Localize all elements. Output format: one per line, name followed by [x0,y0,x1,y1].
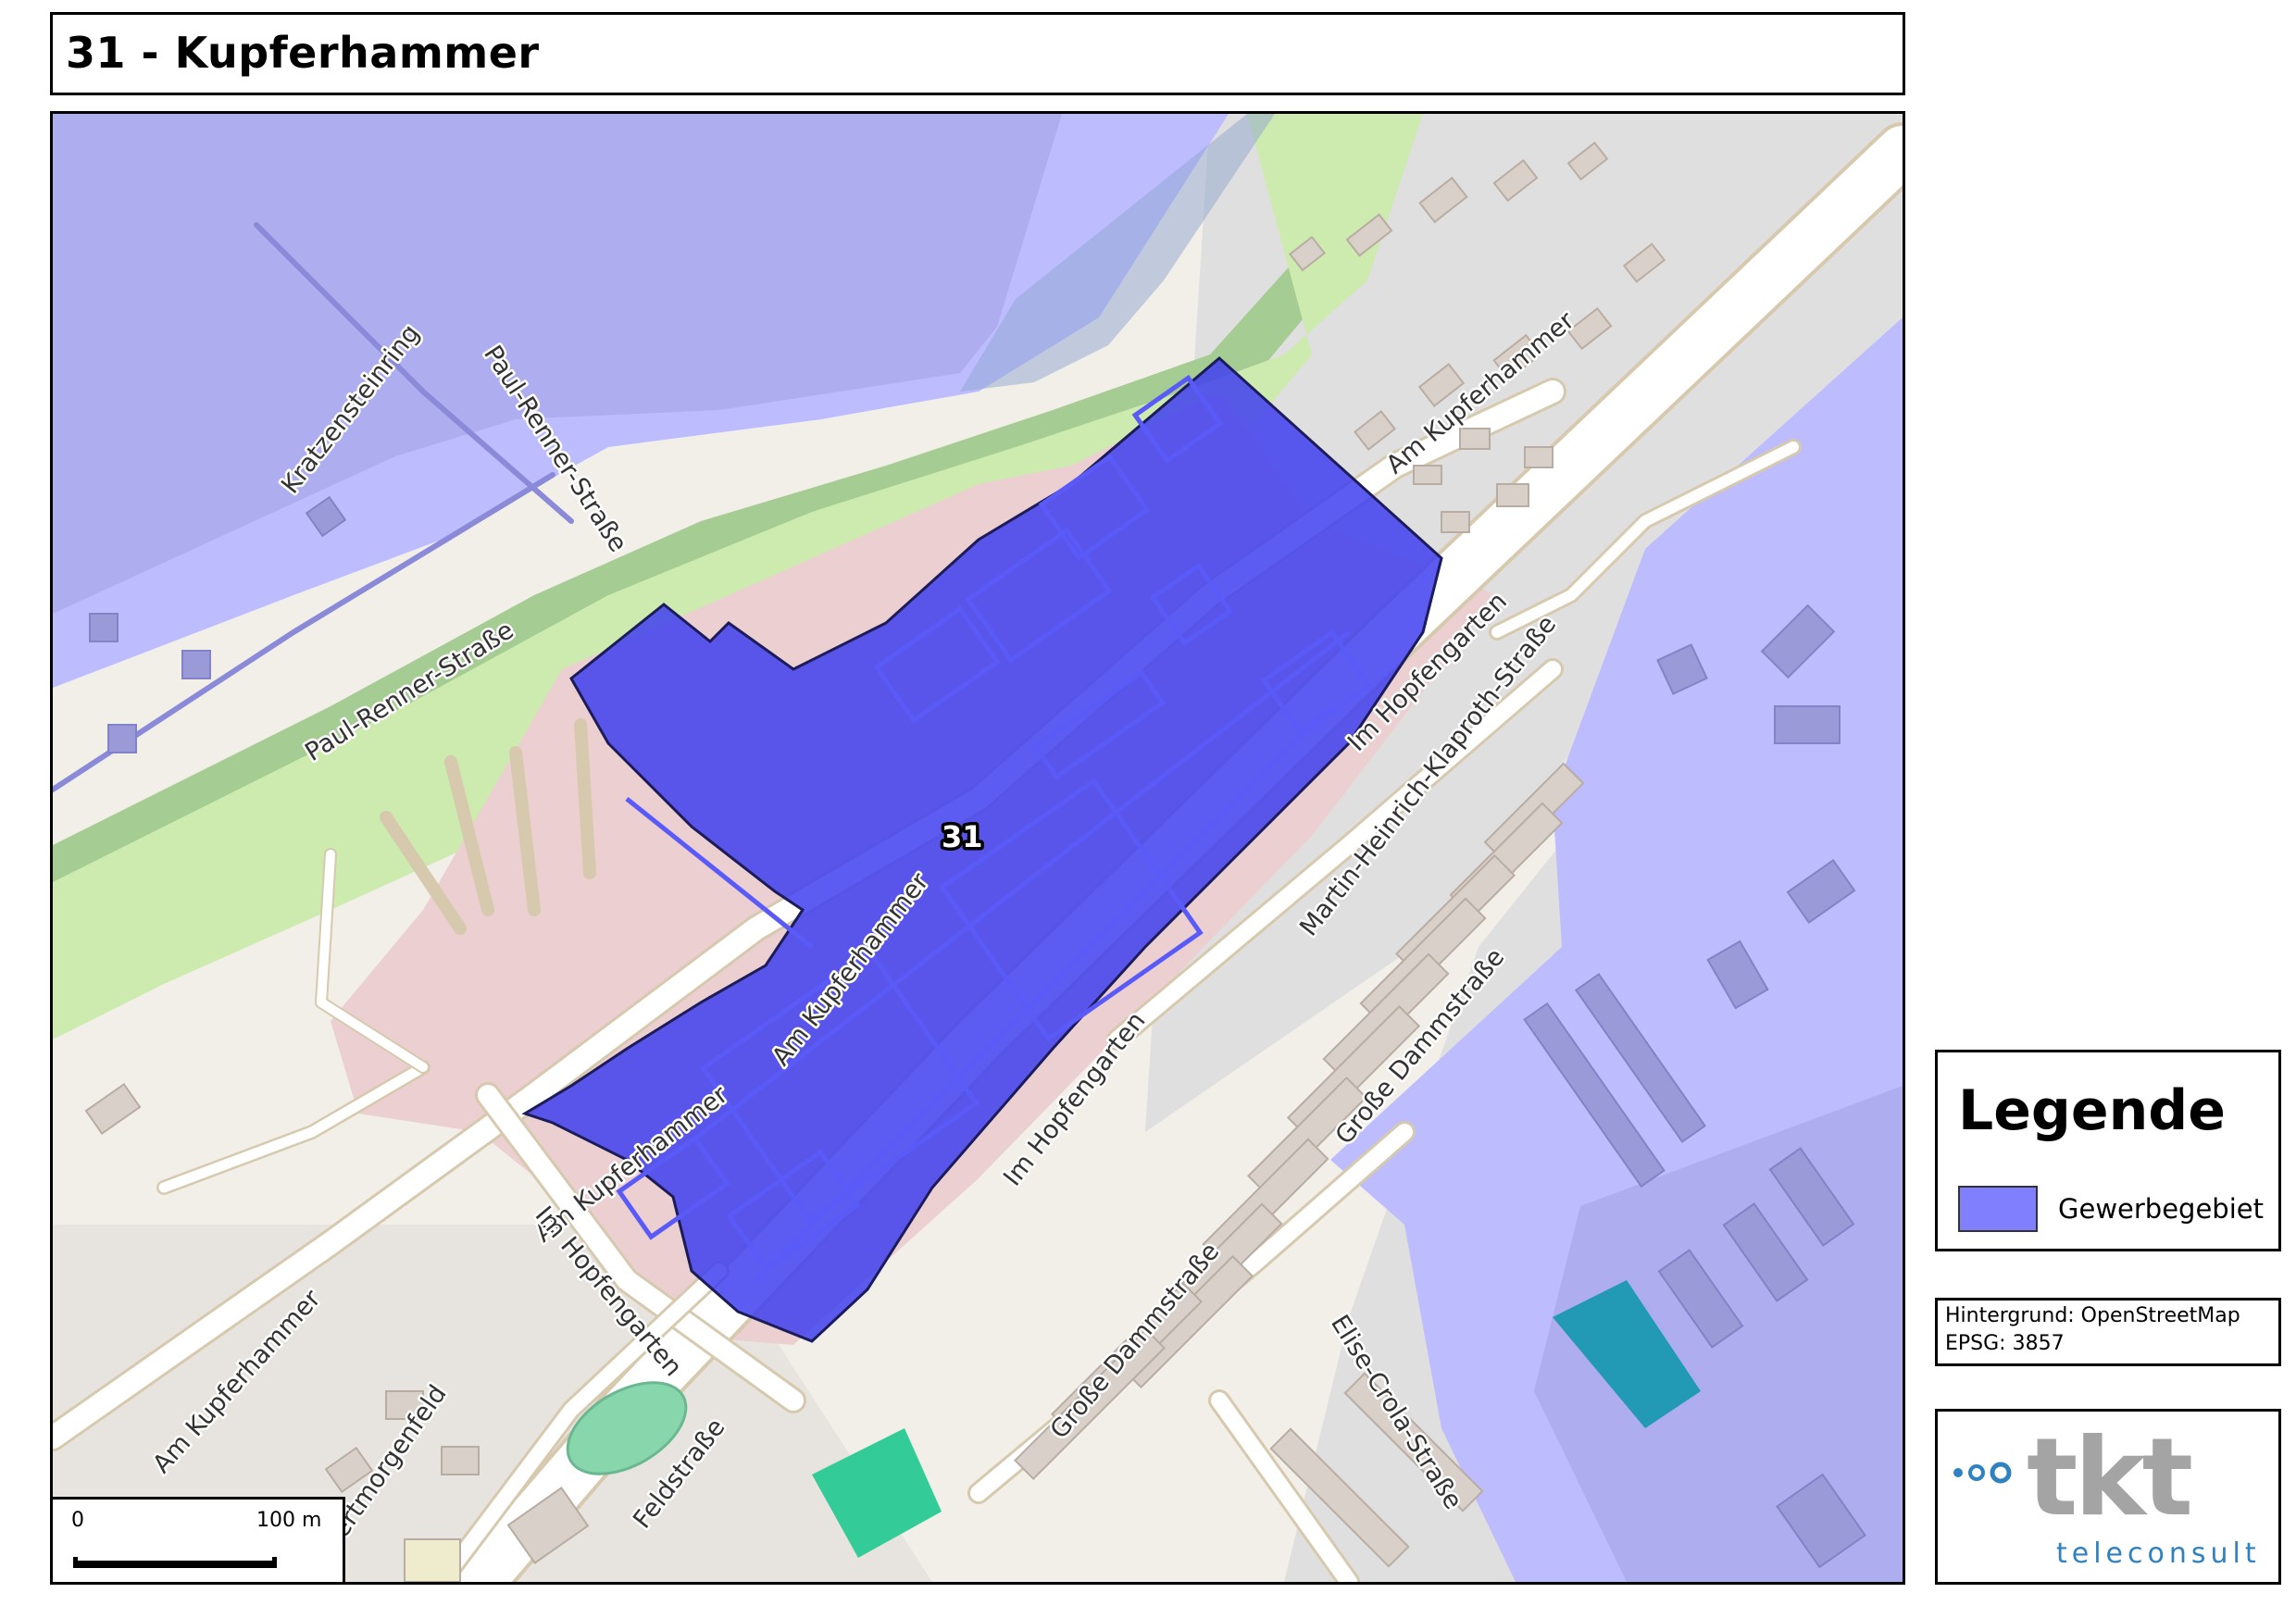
legend-title: Legende [1958,1078,2226,1143]
scale-line [73,1557,277,1568]
map-canvas[interactable]: Kratzensteinring Paul-Renner-Straße Paul… [53,114,1903,1582]
logo-dots-icon [1953,1462,2012,1484]
company-logo-panel: tkt teleconsult [1935,1409,2281,1585]
legend-panel: Legende Gewerbegebiet [1935,1050,2281,1251]
epsg-text: EPSG: 3857 [1945,1332,2065,1355]
map-frame[interactable]: Kratzensteinring Paul-Renner-Straße Paul… [50,111,1905,1585]
scale-bar: 0 100 m [53,1497,345,1582]
logo-wordmark: tkt [2027,1415,2193,1540]
source-info-panel: Hintergrund: OpenStreetMap EPSG: 3857 [1935,1298,2281,1366]
logo-subtitle: teleconsult [2056,1537,2261,1570]
map-title: 31 - Kupferhammer [66,28,540,78]
legend-label-gewerbegebiet: Gewerbegebiet [2058,1193,2264,1225]
scale-distance-label: 100 m [256,1509,322,1532]
background-source-text: Hintergrund: OpenStreetMap [1945,1304,2240,1327]
legend-swatch-gewerbegebiet [1958,1186,2038,1232]
scale-zero-label: 0 [71,1509,84,1532]
map-title-box: 31 - Kupferhammer [50,12,1905,95]
zone-31-label: 31 [942,819,983,854]
